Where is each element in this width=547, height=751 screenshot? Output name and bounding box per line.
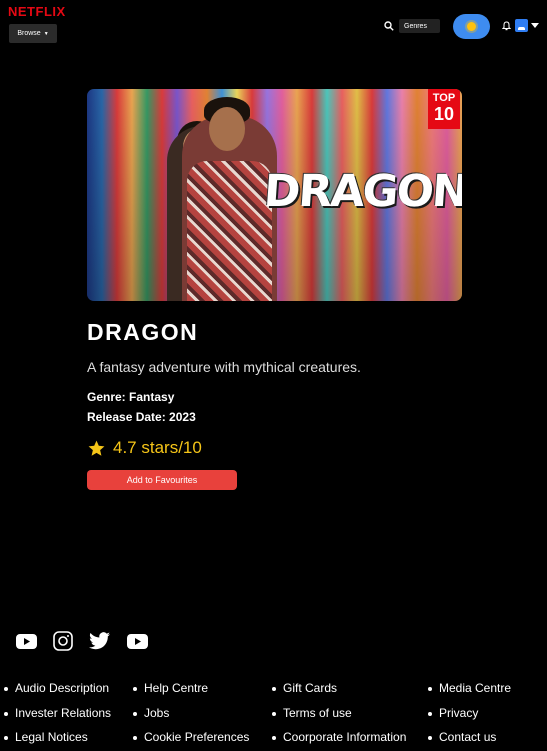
footer-link-gift-cards[interactable]: Gift Cards [272,681,406,706]
browse-dropdown[interactable]: Browse ▼ [9,24,57,43]
poster-title-art: DRAGON [262,165,462,217]
movie-release-date: Release Date: 2023 [87,410,196,424]
badge-top-label: TOP [432,92,456,104]
footer-link-corporate-information[interactable]: Coorporate Information [272,730,406,751]
youtube-icon[interactable] [15,630,37,652]
movie-rating: 4.7 stars/10 [87,438,202,458]
twitter-icon[interactable] [89,630,111,652]
netflix-logo[interactable]: NETFLIX [8,4,66,19]
movie-poster: DRAGON TOP 10 [87,89,462,301]
instagram-icon[interactable] [52,630,74,652]
footer-link-audio-description[interactable]: Audio Description [4,681,111,706]
footer-link-media-centre[interactable]: Media Centre [428,681,511,706]
browse-label: Browse [17,30,41,37]
footer-link-terms-of-use[interactable]: Terms of use [272,706,406,731]
footer-link-contact-us[interactable]: Contact us [428,730,511,751]
bell-icon[interactable] [502,21,511,31]
footer-link-investor-relations[interactable]: Invester Relations [4,706,111,731]
sun-icon [467,22,476,31]
footer-column: Audio Description Invester Relations Leg… [4,681,111,751]
avatar[interactable] [515,19,528,32]
add-to-favourites-button[interactable]: Add to Favourites [87,470,237,490]
badge-number: 10 [433,104,455,124]
movie-description: A fantasy adventure with mythical creatu… [87,359,361,375]
youtube-icon[interactable] [126,630,148,652]
footer-link-help-centre[interactable]: Help Centre [133,681,249,706]
caret-down-icon[interactable] [531,23,539,28]
rating-text: 4.7 stars/10 [113,438,202,457]
footer-links: Audio Description Invester Relations Leg… [0,681,547,751]
poster-figure [187,161,272,301]
chevron-down-icon: ▼ [43,30,49,37]
footer-column: Help Centre Jobs Cookie Preferences [133,681,249,751]
footer-link-cookie-preferences[interactable]: Cookie Preferences [133,730,249,751]
poster-figure [209,107,245,151]
star-icon [88,440,105,456]
genres-select[interactable]: Genres [399,19,440,33]
movie-title: DRAGON [87,319,199,345]
theme-toggle-button[interactable] [453,14,490,39]
footer-link-jobs[interactable]: Jobs [133,706,249,731]
top10-badge: TOP 10 [428,89,460,129]
footer-link-legal-notices[interactable]: Legal Notices [4,730,111,751]
footer-column: Gift Cards Terms of use Coorporate Infor… [272,681,406,751]
footer-column: Media Centre Privacy Contact us [428,681,511,751]
movie-genre: Genre: Fantasy [87,390,175,404]
search-icon[interactable] [384,21,394,31]
social-links [15,630,148,652]
footer-link-privacy[interactable]: Privacy [428,706,511,731]
